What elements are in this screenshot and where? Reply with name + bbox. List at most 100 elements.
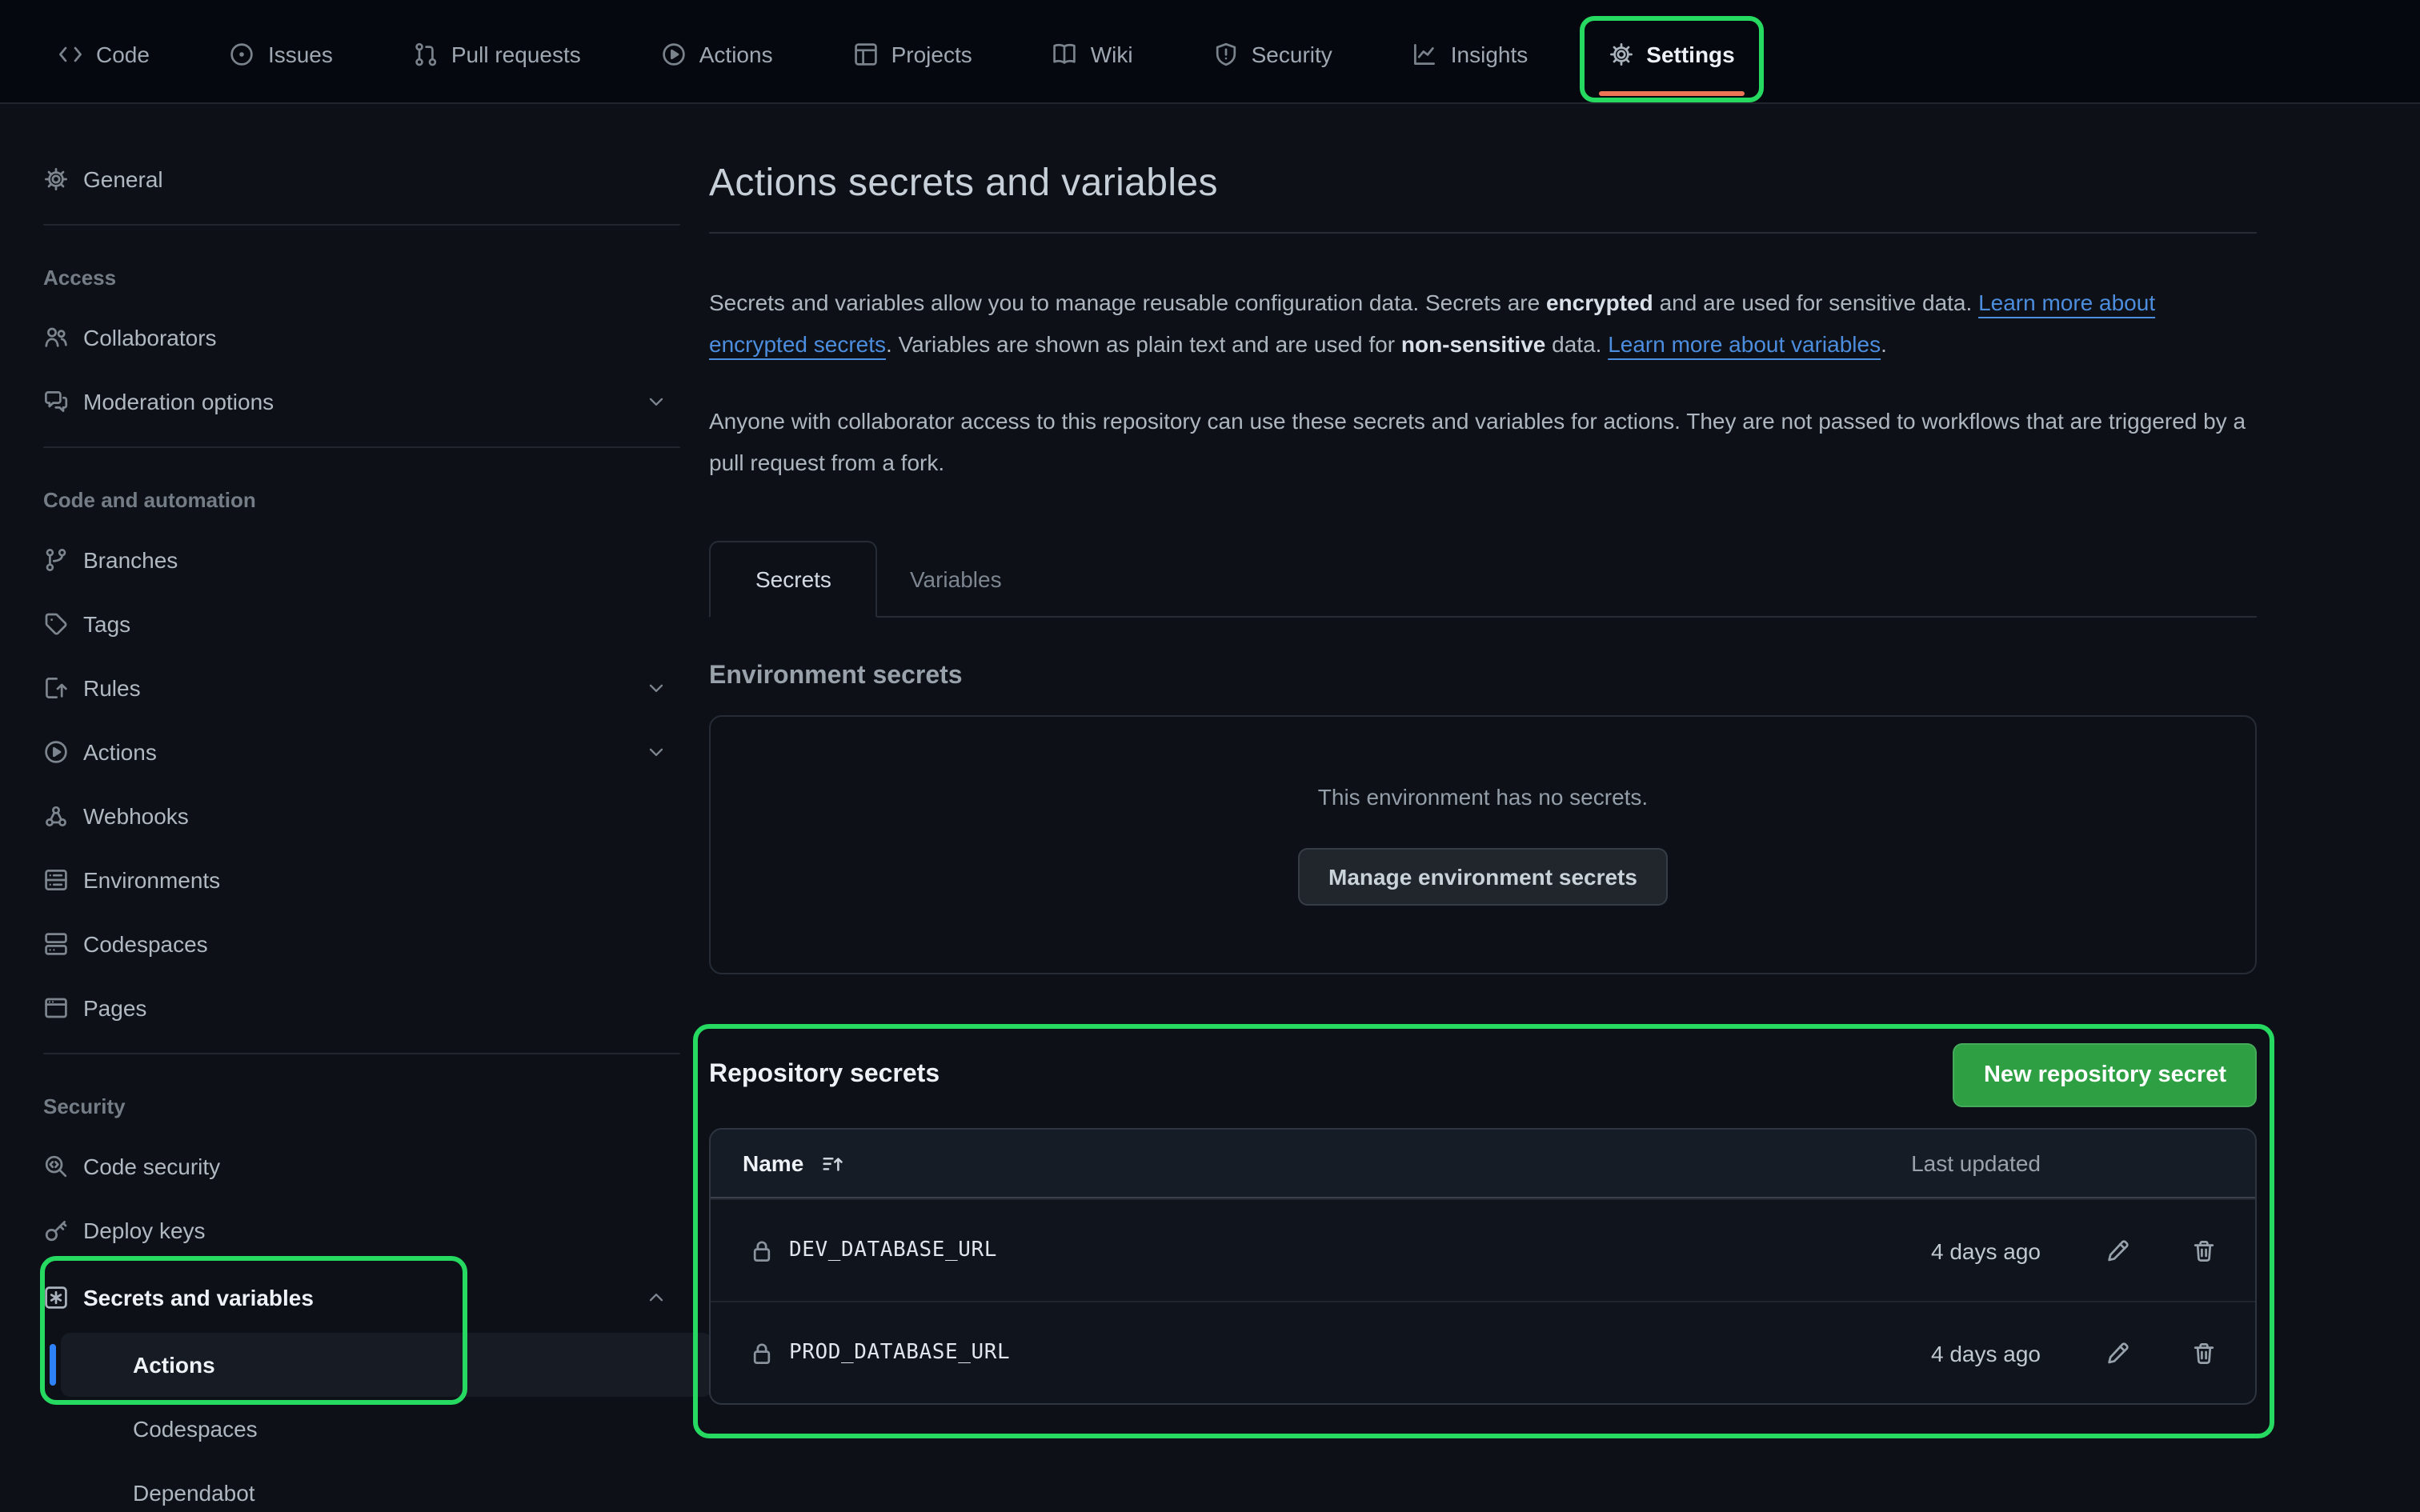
sidebar-item-environments[interactable]: Environments: [43, 848, 680, 912]
tab-secrets[interactable]: Secrets: [709, 541, 878, 618]
sidebar-item-label: Pages: [83, 995, 146, 1021]
github-repo-settings-page: Code Issues Pull requests Actions: [0, 0, 2420, 1512]
nav-tab-label: Projects: [891, 42, 972, 67]
active-tab-underline: [1598, 91, 1744, 96]
edit-secret-button[interactable]: [2105, 1238, 2130, 1263]
comment-discussion-icon: [43, 389, 69, 414]
sidebar-item-label: Secrets and variables: [83, 1285, 314, 1310]
nav-tab-wiki[interactable]: Wiki: [1030, 19, 1156, 90]
sidebar-item-label: Environments: [83, 867, 220, 893]
sidebar-item-branches[interactable]: Branches: [43, 528, 680, 592]
name-column-header[interactable]: Name: [743, 1150, 1785, 1176]
nav-tab-label: Wiki: [1091, 42, 1133, 67]
nav-tab-settings[interactable]: Settings: [1585, 19, 1757, 90]
gear-icon: [43, 166, 69, 192]
sidebar-item-codespaces[interactable]: Codespaces: [43, 912, 680, 976]
nav-tab-insights[interactable]: Insights: [1390, 19, 1551, 90]
sidebar-item-webhooks[interactable]: Webhooks: [43, 784, 680, 848]
nav-tab-pull-requests[interactable]: Pull requests: [391, 19, 603, 90]
sidebar-item-collaborators[interactable]: Collaborators: [43, 306, 680, 370]
sidebar-item-moderation-options[interactable]: Moderation options: [43, 370, 680, 434]
nav-tab-actions[interactable]: Actions: [639, 19, 795, 90]
learn-more-variables-link[interactable]: Learn more about variables: [1608, 331, 1881, 357]
row-actions: [2105, 1238, 2217, 1263]
sidebar-item-label: Deploy keys: [83, 1218, 206, 1243]
nav-tab-label: Pull requests: [451, 42, 581, 67]
secret-name-cell: DEV_DATABASE_URL: [749, 1238, 1785, 1263]
sidebar-item-label: Code security: [83, 1154, 220, 1179]
sidebar-item-label: Codespaces: [133, 1416, 258, 1442]
nav-tab-label: Issues: [268, 42, 333, 67]
sidebar-item-rules[interactable]: Rules: [43, 656, 680, 720]
title-divider: [709, 232, 2257, 234]
sidebar-section-code-and-automation: Code and automation: [43, 470, 680, 528]
issue-opened-icon: [230, 42, 255, 67]
secret-name-cell: PROD_DATABASE_URL: [749, 1340, 1785, 1366]
tag-icon: [43, 611, 69, 637]
page-title: Actions secrets and variables: [709, 162, 2257, 206]
description-bold: encrypted: [1546, 290, 1653, 315]
nav-tab-label: Insights: [1451, 42, 1529, 67]
environment-secrets-heading: Environment secrets: [709, 662, 2257, 691]
sidebar-item-deploy-keys[interactable]: Deploy keys: [43, 1198, 680, 1262]
sidebar-divider: [43, 1053, 680, 1054]
table-row: DEV_DATABASE_URL 4 days ago: [711, 1198, 2255, 1301]
codespaces-icon: [43, 931, 69, 957]
nav-tab-label: Security: [1252, 42, 1332, 67]
lock-icon: [749, 1238, 775, 1263]
table-icon: [853, 42, 879, 67]
sidebar-item-label: General: [83, 166, 163, 192]
sidebar-subitem-dependabot[interactable]: Dependabot: [61, 1461, 680, 1512]
row-actions: [2105, 1340, 2217, 1366]
sidebar-item-label: Tags: [83, 611, 130, 637]
sidebar-item-label: Webhooks: [83, 803, 189, 829]
lock-icon: [749, 1340, 775, 1366]
delete-secret-button[interactable]: [2191, 1340, 2217, 1366]
chevron-down-icon: [645, 390, 667, 413]
sidebar-item-general[interactable]: General: [43, 147, 680, 211]
browser-icon: [43, 995, 69, 1021]
sidebar-divider: [43, 446, 680, 448]
repository-secrets-table: Name Last updated DEV_DATABASE_URL: [709, 1128, 2257, 1405]
sidebar-item-pages[interactable]: Pages: [43, 976, 680, 1040]
nav-tab-security[interactable]: Security: [1191, 19, 1355, 90]
edit-secret-button[interactable]: [2105, 1340, 2130, 1366]
nav-tab-code[interactable]: Code: [35, 19, 172, 90]
new-repository-secret-button[interactable]: New repository secret: [1953, 1043, 2257, 1107]
sidebar-item-secrets-and-variables[interactable]: Secrets and variables: [43, 1262, 680, 1333]
play-circle-icon: [43, 739, 69, 765]
description-text: . Variables are shown as plain text and …: [886, 331, 1401, 357]
sidebar-section-access: Access: [43, 248, 680, 306]
rules-icon: [43, 675, 69, 701]
sort-ascending-icon: [821, 1151, 845, 1175]
nav-tab-label: Settings: [1646, 42, 1734, 67]
repository-secrets-section: Repository secrets New repository secret…: [709, 1043, 2257, 1405]
active-item-accent-bar: [50, 1344, 56, 1386]
description-text: Secrets and variables allow you to manag…: [709, 290, 1546, 315]
manage-environment-secrets-button[interactable]: Manage environment secrets: [1298, 848, 1668, 906]
description-text: data.: [1545, 331, 1608, 357]
table-header-row: Name Last updated: [711, 1130, 2255, 1198]
settings-sidebar: General Access Collaborators Moderation …: [0, 102, 696, 1512]
asterisk-box-icon: [43, 1285, 69, 1310]
sidebar-item-actions[interactable]: Actions: [43, 720, 680, 784]
sidebar-item-label: Actions: [133, 1352, 215, 1378]
tab-variables[interactable]: Variables: [878, 541, 1034, 616]
sidebar-subitem-actions[interactable]: Actions: [61, 1333, 712, 1397]
shield-icon: [1213, 42, 1239, 67]
description-paragraph: Secrets and variables allow you to manag…: [709, 282, 2257, 365]
sidebar-section-security: Security: [43, 1077, 680, 1134]
nav-tab-issues[interactable]: Issues: [207, 19, 355, 90]
sidebar-item-label: Codespaces: [83, 931, 208, 957]
sidebar-item-tags[interactable]: Tags: [43, 592, 680, 656]
sidebar-subitem-codespaces[interactable]: Codespaces: [61, 1397, 680, 1461]
last-updated-column-header: Last updated: [1785, 1150, 2041, 1176]
sidebar-item-code-security[interactable]: Code security: [43, 1134, 680, 1198]
secrets-variables-tabnav: Secrets Variables: [709, 541, 2257, 618]
play-circle-icon: [661, 42, 687, 67]
delete-secret-button[interactable]: [2191, 1238, 2217, 1263]
nav-tab-projects[interactable]: Projects: [831, 19, 995, 90]
tab-label: Variables: [910, 566, 1002, 591]
environment-empty-message: This environment has no secrets.: [1318, 784, 1648, 810]
chevron-down-icon: [645, 677, 667, 699]
